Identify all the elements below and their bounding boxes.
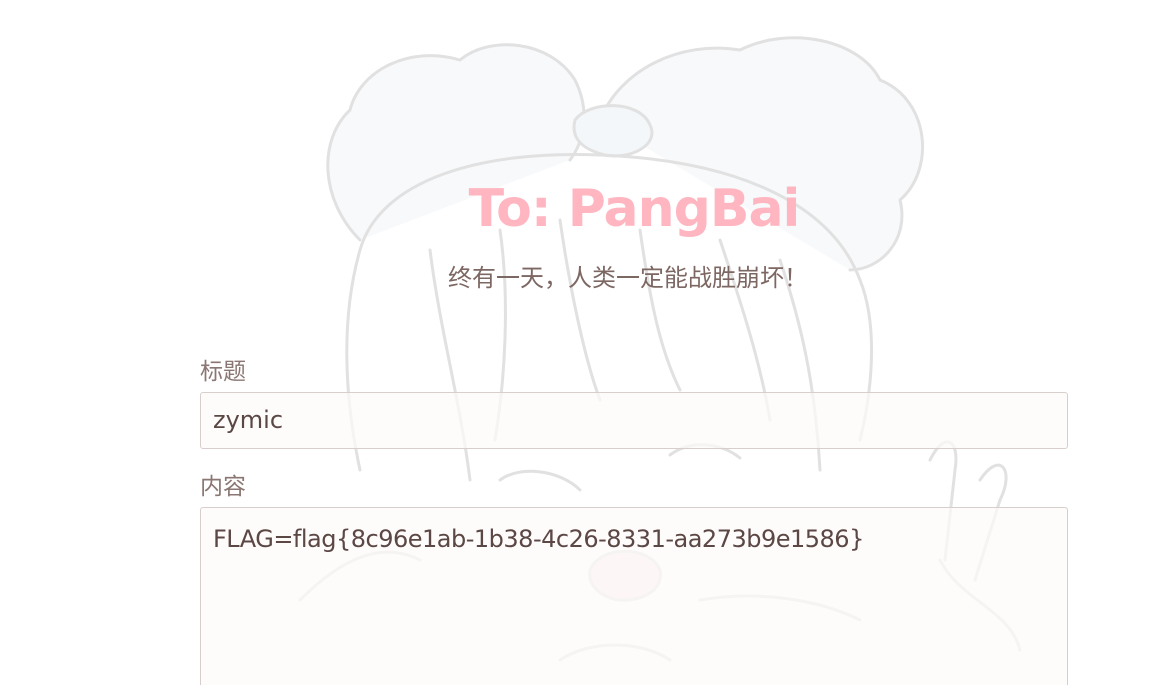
letter-page: To: PangBai 终有一天，人类一定能战胜崩坏！ 标题 内容 FLAG=f… bbox=[0, 0, 1174, 685]
title-field-label: 标题 bbox=[200, 359, 246, 385]
content-textarea[interactable]: FLAG=flag{8c96e1ab-1b38-4c26-8331-aa273b… bbox=[200, 507, 1068, 685]
content-field-label: 内容 bbox=[200, 474, 246, 500]
page-title: To: PangBai bbox=[468, 179, 801, 239]
title-input[interactable] bbox=[200, 392, 1068, 449]
page-subtitle: 终有一天，人类一定能战胜崩坏！ bbox=[448, 264, 808, 292]
